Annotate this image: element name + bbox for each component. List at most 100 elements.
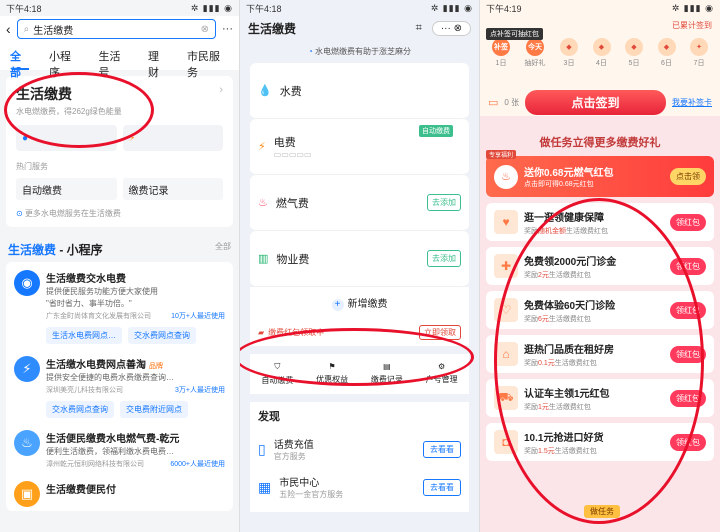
claim-red-packet-button[interactable]: 领红包 xyxy=(670,301,706,319)
discover-section: 发现 ▯ 话费充值 官方服务 去看看 ▦ 市民中心 五险一金官方服务 去看看 xyxy=(250,402,469,512)
hot-records[interactable]: 缴费记录 xyxy=(122,178,223,200)
tab-lifeaccount[interactable]: 生活号 xyxy=(99,48,131,79)
claim-red-packet-button[interactable]: 领红包 xyxy=(670,257,706,275)
task-item[interactable]: ♥ 逛一逛领健康保障 奖励随机金额生活缴费红包 领红包 xyxy=(486,203,714,241)
list-item[interactable]: ▦ 市民中心 五险一金官方服务 去看看 xyxy=(258,468,461,506)
claim-button[interactable]: 点击领 xyxy=(670,168,706,185)
look-button[interactable]: 去看看 xyxy=(423,478,461,496)
hot-auto-pay[interactable]: 自动缴费 xyxy=(16,178,117,200)
quick-electric[interactable]: ⚡ xyxy=(122,125,223,151)
day-item: ◆ 4日 xyxy=(592,38,611,68)
list-item[interactable]: ▣ 生活缴费便民付 xyxy=(6,473,233,511)
status-bar: 下午4:18 ✲ ▮▮▮ ◉ xyxy=(240,0,479,16)
chevron-right-icon: › xyxy=(219,84,223,96)
red-packet-bar[interactable]: ▰ 缴费红包领取中 立即领取 xyxy=(250,319,469,346)
task-item[interactable]: ✚ 免费领2000元门诊金 奖励2元生活缴费红包 领红包 xyxy=(486,247,714,285)
service-card[interactable]: 生活缴费 › 水电燃缴费，得262g绿色能量 ● ⚡ 热门服务 自动缴费 缴费记… xyxy=(6,76,233,227)
miniprogram-list: ◉ 生活缴费交水电费 提供便民服务功能方便大家使用 "省时省力、事半功倍。" 广… xyxy=(6,262,233,511)
add-bill-button[interactable]: + 新增缴费 xyxy=(250,287,469,319)
add-property-button[interactable]: 去添加 xyxy=(427,250,461,267)
coupon-icon: ▭ xyxy=(488,96,499,109)
wallet-icon: ▣ xyxy=(14,481,40,507)
red-packet-icon: ▰ xyxy=(258,328,265,337)
back-icon[interactable]: ‹ xyxy=(6,21,11,37)
zhima-icon: ◔ xyxy=(307,47,313,56)
item-name: 话费充值 xyxy=(273,440,314,451)
records-entry[interactable]: ▤ 缴费记录 xyxy=(371,362,403,386)
look-button[interactable]: 去看看 xyxy=(423,440,461,458)
scan-icon[interactable]: ⌗ xyxy=(416,22,422,35)
makeup-card-link[interactable]: 我要补签卡 xyxy=(672,97,712,108)
gift-icon: ✦ xyxy=(690,38,708,56)
mp-title: 生活缴水电费网点善淘 xyxy=(46,360,146,371)
list-item[interactable]: ⚡ 生活缴水电费网点善淘 品牌 提供安全便捷的电费水费缴费查询… 深圳美亮儿科技有… xyxy=(6,348,233,399)
search-input[interactable]: ⌕ 生活缴费 ⊗ xyxy=(16,19,216,39)
list-item[interactable]: ◉ 生活缴费交水电费 提供便民服务功能方便大家使用 "省时省力、事半功倍。" 广… xyxy=(6,262,233,325)
mp-title: 生活缴费交水电费 xyxy=(46,274,126,285)
tab-all[interactable]: 全部 xyxy=(10,48,31,79)
task-item[interactable]: ⌂ 逛热门品质在租好房 奖励0.1元生活缴费红包 领红包 xyxy=(486,335,714,373)
bill-property[interactable]: ▥ 物业费 去添加 xyxy=(250,231,469,287)
bill-electric[interactable]: ⚡ 电费 ▭▭▭▭▭ 自动缴费 xyxy=(250,119,469,175)
header: 生活缴费 ⌗ ··· ⊗ xyxy=(240,16,479,40)
lightning-icon: ⚡ xyxy=(128,132,136,144)
bill-water[interactable]: 💧 水费 xyxy=(250,63,469,119)
task-item[interactable]: ♡ 免费体验60天门诊险 奖励6元生活缴费红包 领红包 xyxy=(486,291,714,329)
sign-in-button[interactable]: 点击签到 xyxy=(525,89,666,115)
item-sub: 五险一金官方服务 xyxy=(279,490,344,499)
lightning-icon: ⚡ xyxy=(258,141,266,153)
entry-label: 优惠权益 xyxy=(316,375,349,384)
quick-water[interactable]: ● xyxy=(16,125,117,151)
day-item[interactable]: 补签 1日 xyxy=(492,38,510,68)
gear-icon: ⚙ xyxy=(438,362,446,371)
more-services-link[interactable]: ⊙ 更多水电燃服务在生活缴费 xyxy=(6,204,233,227)
entry-label: 自动缴费 xyxy=(261,376,294,385)
tab-citizen[interactable]: 市民服务 xyxy=(187,48,229,79)
shield-heart-icon: ♡ xyxy=(494,298,518,322)
task-item[interactable]: ⛟ 认证车主领1元红包 奖励1元生活缴费红包 领红包 xyxy=(486,379,714,417)
task-header: 做任务立得更多缴费好礼 xyxy=(539,137,661,149)
task-title: 逛一逛领健康保障 xyxy=(524,212,604,224)
claim-red-packet-button[interactable]: 领红包 xyxy=(670,213,706,231)
mp-pill[interactable]: 交水费网点查询 xyxy=(46,401,114,418)
see-all-link[interactable]: 全部 xyxy=(215,241,231,258)
auto-pay-entry[interactable]: ⛉ 自动缴费 xyxy=(261,362,293,386)
clinic-icon: ✚ xyxy=(494,254,518,278)
accumulated-label: 已累计签到 xyxy=(672,21,712,30)
section-suffix: - 小程序 xyxy=(56,243,103,257)
claim-red-packet-button[interactable]: 领红包 xyxy=(670,389,706,407)
claim-button[interactable]: 立即领取 xyxy=(419,325,461,340)
search-icon: ⌕ xyxy=(23,23,30,35)
mp-pill[interactable]: 生活水电费网点… xyxy=(46,327,122,344)
account-entry[interactable]: ⚙ 户号管理 xyxy=(426,362,458,386)
mp-pill[interactable]: 交电费附近网点 xyxy=(120,401,188,418)
claim-red-packet-button[interactable]: 领红包 xyxy=(670,345,706,363)
section-prefix: 生活缴费 xyxy=(8,243,57,257)
tab-finance[interactable]: 理财 xyxy=(148,48,169,79)
day-circle: 补签 xyxy=(492,38,510,56)
reward-prefix: 奖励 xyxy=(524,447,538,455)
status-time: 下午4:18 xyxy=(6,3,42,14)
reward-prefix: 奖励 xyxy=(524,271,538,279)
task-title: 送你0.68元燃气红包 xyxy=(524,168,614,179)
reward-unit: 生活缴费红包 xyxy=(554,359,597,367)
link-icon: ⊙ xyxy=(16,209,23,218)
claim-red-packet-button[interactable]: 领红包 xyxy=(670,433,706,451)
list-item[interactable]: ▯ 话费充值 官方服务 去看看 xyxy=(258,430,461,468)
reward-amount: 随机金额 xyxy=(538,227,566,235)
day-item[interactable]: 今天 抽好礼 xyxy=(525,38,546,68)
add-gas-button[interactable]: 去添加 xyxy=(427,194,461,211)
featured-task[interactable]: 专享福利 ♨ 送你0.68元燃气红包 点击即可得0.68元红包 点击领 xyxy=(486,150,714,197)
tab-miniprogram[interactable]: 小程序 xyxy=(49,48,81,79)
clear-icon[interactable]: ⊗ xyxy=(201,24,209,35)
benefits-entry[interactable]: ⚑ 优惠权益 xyxy=(316,362,348,386)
notice-text: ◔ 水电燃缴费有助于涨芝麻分 xyxy=(240,40,479,63)
task-item[interactable]: ◘ 10.1元抢进口好货 奖励1.5元生活缴费红包 领红包 xyxy=(486,423,714,461)
day-item: ◆ 6日 xyxy=(657,38,676,68)
menu-button[interactable]: ··· ⊗ xyxy=(431,20,471,36)
more-icon[interactable]: ··· xyxy=(222,23,233,35)
bill-gas[interactable]: ♨ 燃气费 去添加 xyxy=(250,175,469,231)
list-item[interactable]: ♨ 生活便民缴费水电燃气费-乾元 便利生活缴费，领福利缴水费电费… 漳州乾元恒利… xyxy=(6,422,233,473)
mp-pill[interactable]: 交水费网点查询 xyxy=(128,327,196,344)
bottom-task-tag[interactable]: 做任务 xyxy=(584,505,620,518)
